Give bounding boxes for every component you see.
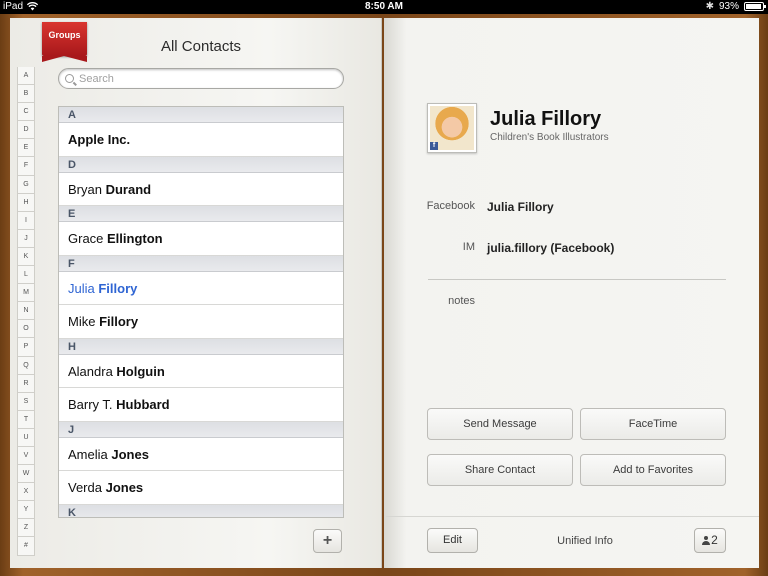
battery-level-fill [746,4,761,9]
contact-last-name: Fillory [99,314,139,329]
index-letter[interactable]: S [17,392,35,411]
contact-last-name: Hubbard [116,397,170,412]
index-letter[interactable]: V [17,446,35,466]
index-letter[interactable]: O [17,320,35,339]
index-letter[interactable]: N [17,302,35,321]
contact-last-name: Jones [111,446,149,462]
contact-row[interactable]: Verda Jones [59,471,343,505]
contact-first-name: Grace [68,231,108,246]
contact-first-name: Verda [68,480,106,495]
contact-row[interactable]: Alandra Holguin [59,354,343,388]
section-header: A [59,107,343,123]
contact-row[interactable]: Julia Fillory [59,271,343,305]
contact-first-name: Barry T. [68,397,117,412]
contact-last-name: Jones [105,480,144,495]
contact-first-name: Mike [68,314,100,329]
index-letter[interactable]: P [17,338,35,357]
contact-list[interactable]: A Apple Inc. D Bryan Durand E Grace Ellington… [58,106,344,518]
search-input[interactable] [79,72,329,85]
facebook-badge-icon: f [430,142,438,150]
index-letter[interactable]: D [17,121,35,140]
index-letter[interactable]: C [17,103,35,122]
index-letter[interactable]: G [17,175,35,194]
index-letter[interactable]: B [17,85,35,104]
contact-row[interactable]: Bryan Durand [59,172,343,206]
facetime-button[interactable]: FaceTime [580,408,726,440]
contact-row[interactable]: Grace Ellington [59,222,343,256]
contact-row[interactable]: Barry T. Hubbard [59,388,343,422]
status-right: ✱ 93% [705,1,766,12]
index-letter[interactable]: M [17,284,35,303]
index-letter[interactable]: Q [17,356,35,375]
facebook-value[interactable]: Julia Fillory [487,200,554,214]
contact-row[interactable]: Apple Inc. [59,123,343,157]
bluetooth-icon: ✱ [705,1,714,12]
contact-last-name: Durand [105,181,152,197]
contact-subtitle: Children's Book Illustrators [490,132,609,143]
index-letter[interactable]: U [17,428,35,447]
index-letter[interactable]: Z [17,519,35,538]
send-message-button[interactable]: Send Message [427,408,573,440]
contact-name: Julia Fillory [490,108,602,130]
share-contact-button[interactable]: Share Contact [427,454,573,486]
index-letter[interactable]: T [17,410,35,429]
index-letter[interactable]: R [17,374,35,393]
contact-first-name: Bryan [68,181,106,197]
alphabet-index[interactable]: A B C D E F G H I J K L M N O P Q R S T U V W X Y Z # [17,67,35,556]
person-icon [702,536,711,545]
battery-percent: 93% [718,1,739,12]
contact-first-name: Alandra [68,363,117,379]
search-bar[interactable] [58,68,344,89]
contact-last-name: Ellington [107,231,163,246]
unified-info-label: Unified Info [557,535,613,547]
add-to-favorites-button[interactable]: Add to Favorites [580,454,726,486]
section-header: K [59,504,343,517]
index-letter[interactable]: K [17,247,35,267]
search-icon [65,74,74,83]
status-time: 8:50 AM [365,1,403,12]
index-letter[interactable]: I [17,211,35,230]
index-letter[interactable]: Y [17,501,35,520]
page-title: All Contacts [160,38,242,55]
index-letter[interactable]: A [17,67,35,86]
section-header: H [59,338,343,355]
index-letter[interactable]: X [17,483,35,502]
footer-divider [386,516,759,517]
contact-first-name: Amelia [68,446,112,462]
index-letter[interactable]: # [17,537,35,556]
contact-last-name: Fillory [98,280,138,296]
section-header: F [59,255,343,272]
index-letter[interactable]: H [17,193,35,212]
section-header: D [59,156,343,173]
index-letter[interactable]: E [17,139,35,158]
facebook-label: Facebook [426,200,475,212]
linked-contacts-button[interactable]: 2 [694,528,726,553]
index-letter[interactable]: L [17,266,35,285]
add-contact-button[interactable]: + [313,529,342,553]
section-header: J [59,421,343,438]
contact-row[interactable]: Amelia Jones [59,437,343,471]
contact-last-name: Apple Inc. [68,132,131,147]
contact-last-name: Holguin [116,363,165,379]
im-value[interactable]: julia.fillory (Facebook) [487,241,614,255]
index-letter[interactable]: J [17,229,35,248]
edit-button[interactable]: Edit [427,528,478,553]
section-header: E [59,206,343,222]
contact-first-name: Julia [68,280,99,296]
index-letter[interactable]: F [17,157,35,176]
contact-photo[interactable]: f [427,103,477,153]
linked-count: 2 [711,533,718,547]
battery-icon [744,2,766,11]
divider [428,279,726,280]
avatar: f [430,106,474,150]
contact-row[interactable]: Mike Fillory [59,305,343,339]
index-letter[interactable]: W [17,465,35,484]
notes-label[interactable]: notes [385,295,475,307]
status-bar: iPad 8:50 AM ✱ 93% [0,0,768,14]
im-label: IM [462,241,475,253]
